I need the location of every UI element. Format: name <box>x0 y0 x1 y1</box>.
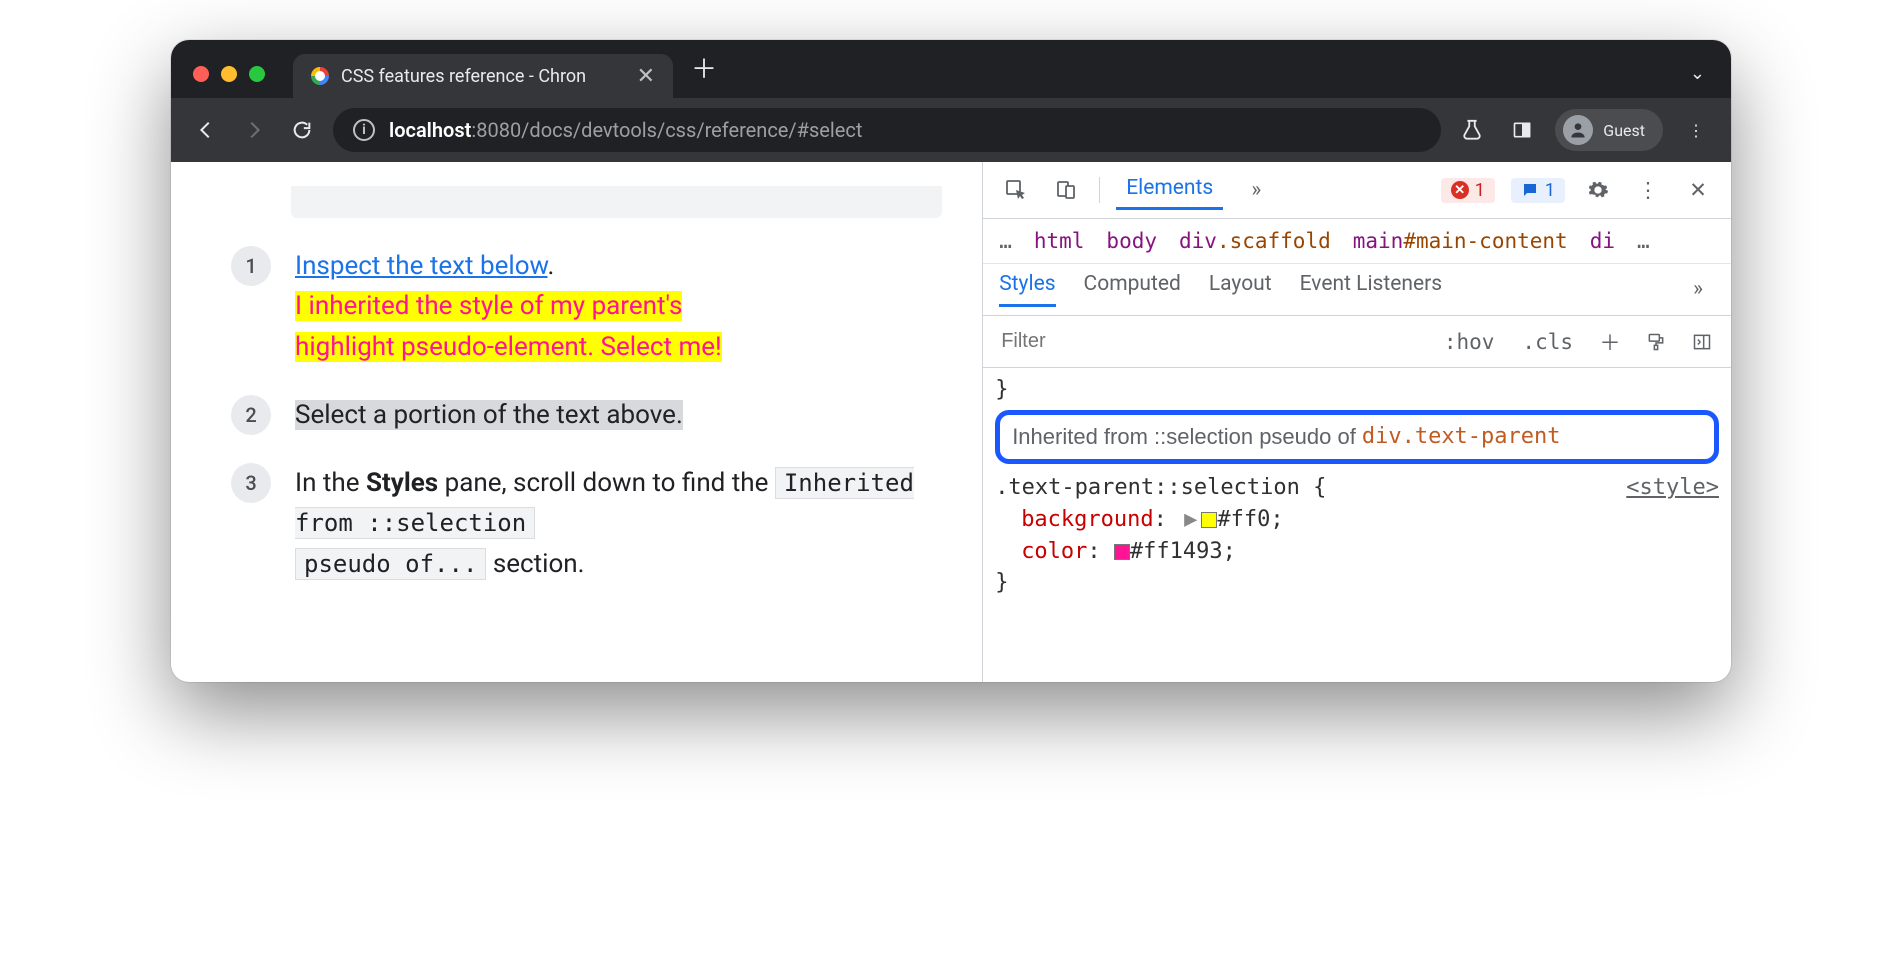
page-banner <box>291 186 942 218</box>
kebab-icon[interactable]: ⋮ <box>1631 173 1665 207</box>
devtools-panel: Elements » ✕1 1 ⋮ ✕ … html body div.scaf… <box>982 162 1731 682</box>
css-declaration-color[interactable]: color: #ff1493; <box>995 536 1719 568</box>
url-host: localhost <box>389 118 471 142</box>
hov-button[interactable]: :hov <box>1436 326 1503 358</box>
subtab-computed[interactable]: Computed <box>1084 272 1181 307</box>
avatar-icon <box>1563 115 1593 145</box>
step3-text-c: pane, scroll down to find the <box>438 468 775 498</box>
error-count: 1 <box>1475 180 1485 201</box>
step-1: 1 Inspect the text below. I inherited th… <box>231 246 942 367</box>
tab-elements[interactable]: Elements <box>1116 170 1223 210</box>
styles-subtabs: Styles Computed Layout Event Listeners » <box>983 264 1731 316</box>
crumb-di[interactable]: di <box>1590 229 1615 253</box>
inherit-selector: div.text-parent <box>1362 421 1561 453</box>
titlebar: CSS features reference - Chron ✕ ＋ ⌄ <box>171 40 1731 98</box>
inspect-link[interactable]: Inspect the text below <box>295 251 548 281</box>
step-2: 2 Select a portion of the text above. <box>231 395 942 435</box>
rule-source-link[interactable]: <style> <box>1626 472 1719 504</box>
inspect-element-icon[interactable] <box>999 173 1033 207</box>
labs-icon[interactable] <box>1455 113 1489 147</box>
forward-button[interactable] <box>237 113 271 147</box>
url-path: :8080/docs/devtools/css/reference/#selec… <box>471 118 862 142</box>
chrome-favicon-icon <box>311 67 329 85</box>
devtools-toolbar: Elements » ✕1 1 ⋮ ✕ <box>983 162 1731 219</box>
toggle-sidebar-icon[interactable] <box>1685 325 1719 359</box>
crumb-html[interactable]: html <box>1034 229 1085 253</box>
info-badge[interactable]: 1 <box>1511 178 1565 203</box>
crumb-main[interactable]: main#main-content <box>1353 229 1568 253</box>
step-number: 3 <box>231 463 271 503</box>
side-panel-icon[interactable] <box>1505 113 1539 147</box>
step3-text-a: In the <box>295 468 366 498</box>
toolbar-right: Guest ⋮ <box>1455 109 1713 151</box>
window-controls <box>193 66 265 98</box>
tabs-more-icon[interactable]: » <box>1239 173 1273 207</box>
inherit-prefix: Inherited from ::selection pseudo of <box>1012 421 1356 453</box>
crumb-more-right[interactable]: … <box>1637 229 1650 253</box>
crumb-div[interactable]: div.scaffold <box>1179 229 1331 253</box>
step3-code-2: pseudo of... <box>295 548 486 580</box>
fullscreen-window-icon[interactable] <box>249 66 265 82</box>
step-number: 1 <box>231 246 271 286</box>
dom-breadcrumbs: … html body div.scaffold main#main-conte… <box>983 219 1731 264</box>
error-badge[interactable]: ✕1 <box>1441 178 1495 203</box>
color-swatch-pink[interactable] <box>1114 544 1130 560</box>
rule-close-brace: } <box>995 567 1719 599</box>
browser-tab[interactable]: CSS features reference - Chron ✕ <box>293 54 673 98</box>
new-tab-button[interactable]: ＋ <box>673 49 735 98</box>
step3-text-d: section. <box>486 549 584 579</box>
styles-filter-input[interactable] <box>995 322 1424 361</box>
tab-close-icon[interactable]: ✕ <box>637 64 655 89</box>
close-window-icon[interactable] <box>193 66 209 82</box>
site-info-icon[interactable]: i <box>353 119 375 141</box>
reload-button[interactable] <box>285 113 319 147</box>
paint-icon[interactable] <box>1639 325 1673 359</box>
step2-text: Select a portion of the text above. <box>295 400 683 430</box>
step-number: 2 <box>231 395 271 435</box>
page-content: 1 Inspect the text below. I inherited th… <box>171 162 982 682</box>
inherited-from-header[interactable]: Inherited from ::selection pseudo of div… <box>995 410 1719 464</box>
profile-button[interactable]: Guest <box>1555 109 1663 151</box>
omnibox[interactable]: i localhost:8080/docs/devtools/css/refer… <box>333 108 1441 152</box>
profile-label: Guest <box>1603 121 1645 140</box>
step1-period: . <box>548 251 555 281</box>
styles-body: } Inherited from ::selection pseudo of d… <box>983 368 1731 619</box>
browser-window: CSS features reference - Chron ✕ ＋ ⌄ i l… <box>171 40 1731 682</box>
device-toggle-icon[interactable] <box>1049 173 1083 207</box>
highlighted-text-line2[interactable]: highlight pseudo-element. Select me! <box>295 332 722 362</box>
tab-title: CSS features reference - Chron <box>341 66 586 87</box>
css-declaration-background[interactable]: background: ▶#ff0; <box>995 504 1719 536</box>
expand-icon[interactable]: ▶ <box>1184 504 1197 536</box>
rule-close-brace-top: } <box>995 374 1719 406</box>
back-button[interactable] <box>189 113 223 147</box>
settings-icon[interactable] <box>1581 173 1615 207</box>
css-selector[interactable]: .text-parent::selection { <box>995 472 1326 504</box>
subtab-styles[interactable]: Styles <box>999 272 1055 307</box>
new-style-rule-icon[interactable]: ＋ <box>1593 325 1627 359</box>
color-swatch-yellow[interactable] <box>1201 512 1217 528</box>
highlighted-text-line1[interactable]: I inherited the style of my parent's <box>295 291 682 321</box>
subtab-event-listeners[interactable]: Event Listeners <box>1300 272 1442 307</box>
crumb-body[interactable]: body <box>1106 229 1157 253</box>
crumb-more-left[interactable]: … <box>999 229 1012 253</box>
subtabs-more-icon[interactable]: » <box>1681 272 1715 306</box>
tabs-overflow-icon[interactable]: ⌄ <box>1682 63 1713 98</box>
minimize-window-icon[interactable] <box>221 66 237 82</box>
info-count: 1 <box>1545 180 1555 201</box>
address-bar: i localhost:8080/docs/devtools/css/refer… <box>171 98 1731 162</box>
step-3: 3 In the Styles pane, scroll down to fin… <box>231 463 942 584</box>
content-area: 1 Inspect the text below. I inherited th… <box>171 162 1731 682</box>
step3-bold: Styles <box>366 468 438 498</box>
cls-button[interactable]: .cls <box>1514 326 1581 358</box>
subtab-layout[interactable]: Layout <box>1209 272 1272 307</box>
css-rule-selector-line: .text-parent::selection { <style> <box>995 472 1719 504</box>
styles-filter-row: :hov .cls ＋ <box>983 316 1731 368</box>
close-devtools-icon[interactable]: ✕ <box>1681 173 1715 207</box>
menu-icon[interactable]: ⋮ <box>1679 113 1713 147</box>
